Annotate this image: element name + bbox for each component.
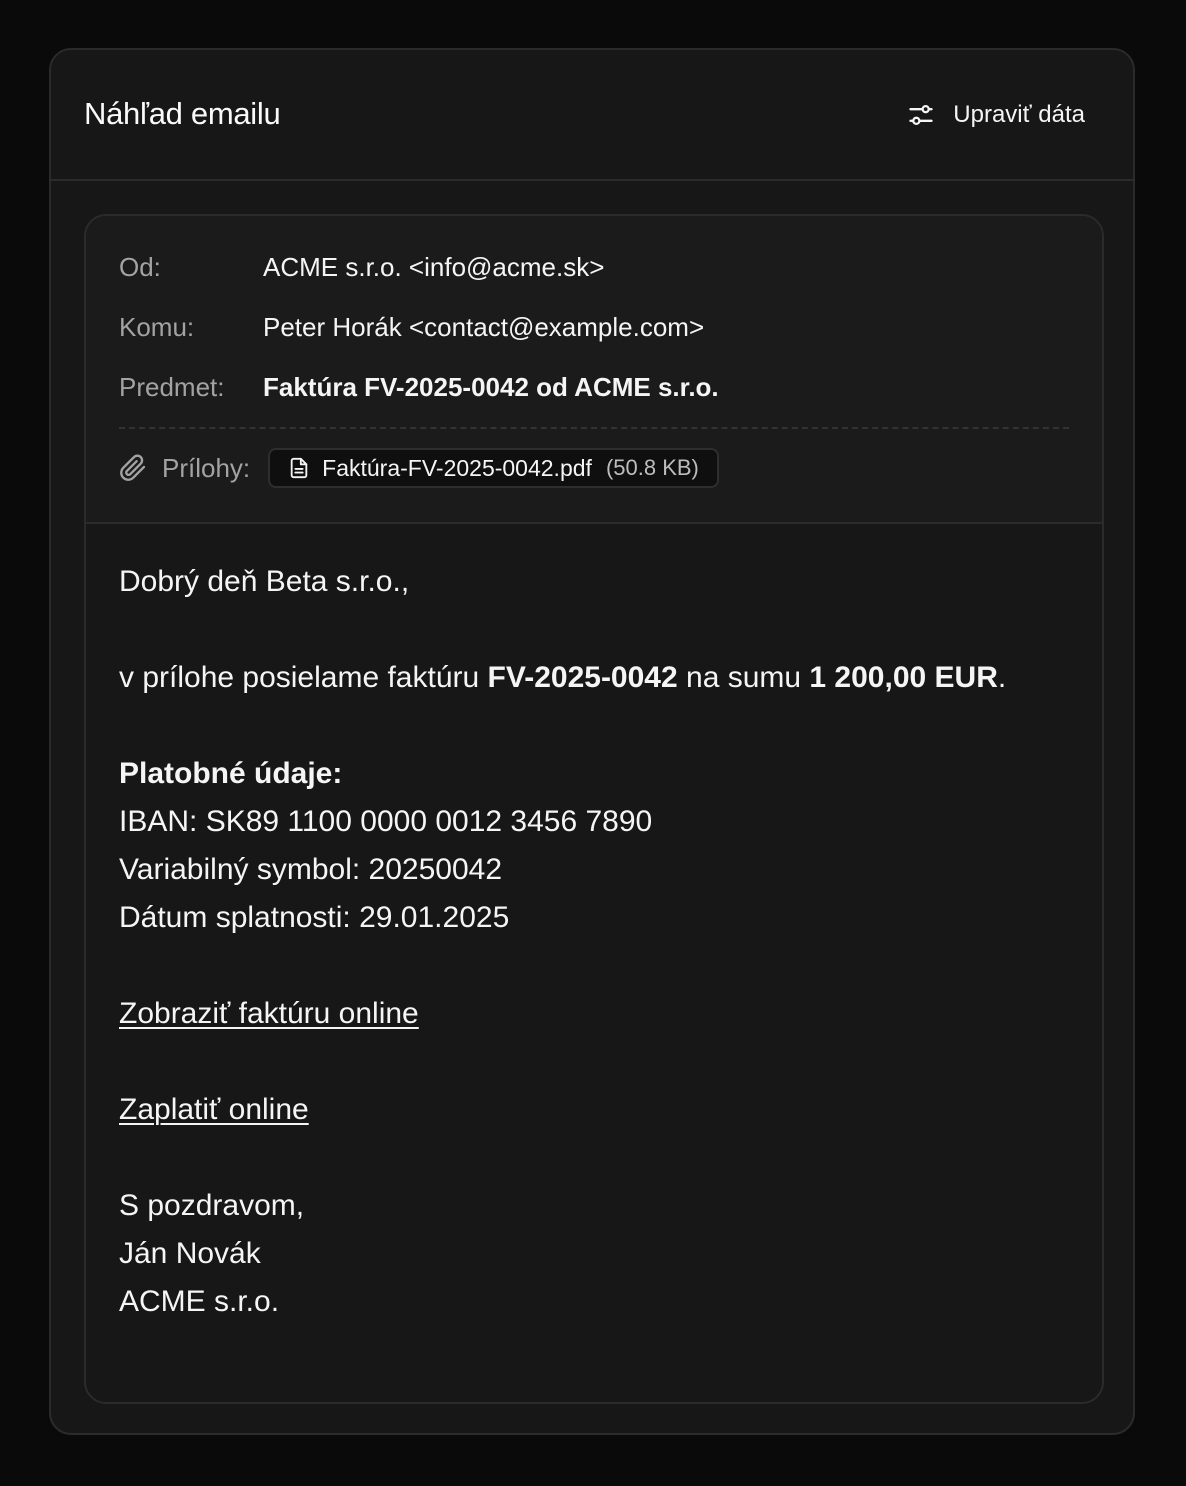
intro-middle: na sumu: [677, 661, 810, 694]
email-meta: Od: ACME s.r.o. <info@acme.sk> Komu: Pet…: [86, 216, 1102, 524]
email-preview-card: Náhľad emailu Upraviť dáta Od: ACME s.r.…: [49, 48, 1135, 1435]
payment-heading: Platobné údaje:: [119, 750, 1069, 798]
from-label: Od:: [119, 252, 161, 282]
subject-value: Faktúra FV-2025-0042 od ACME s.r.o.: [263, 372, 719, 402]
paperclip-icon: [119, 454, 147, 482]
card-header: Náhľad emailu Upraviť dáta: [51, 50, 1133, 181]
attachments-label: Prílohy:: [162, 452, 251, 483]
intro-suffix: .: [997, 661, 1007, 694]
due-date-line: Dátum splatnosti: 29.01.2025: [119, 901, 510, 934]
from-value: ACME s.r.o. <info@acme.sk>: [263, 252, 605, 282]
view-invoice-link[interactable]: Zobraziť faktúru online: [119, 997, 419, 1030]
attachments-row: Prílohy: Faktúra-FV-2025-0042.pdf (50.8 …: [119, 446, 719, 490]
attachment-size: (50.8 KB): [605, 455, 699, 480]
to-label: Komu:: [119, 312, 195, 342]
meta-divider: [119, 427, 1069, 429]
to-row: Komu: Peter Horák <contact@example.com>: [119, 312, 704, 343]
edit-data-button[interactable]: Upraviť dáta: [907, 94, 1085, 136]
variable-symbol-line: Variabilný symbol: 20250042: [119, 853, 503, 886]
invoice-number: FV-2025-0042: [487, 661, 678, 694]
page-title: Náhľad emailu: [84, 96, 281, 131]
pay-online-link[interactable]: Zaplatiť online: [119, 1093, 309, 1126]
from-row: Od: ACME s.r.o. <info@acme.sk>: [119, 252, 604, 283]
email-container: Od: ACME s.r.o. <info@acme.sk> Komu: Pet…: [84, 214, 1104, 1404]
edit-data-label: Upraviť dáta: [953, 101, 1085, 128]
iban-line: IBAN: SK89 1100 0000 0012 3456 7890: [119, 805, 653, 838]
intro-prefix: v prílohe posielame faktúru: [119, 661, 488, 694]
email-body: Dobrý deň Beta s.r.o., v prílohe posiela…: [119, 558, 1069, 1326]
sliders-icon: [907, 101, 935, 129]
sender-name: Ján Novák: [119, 1237, 261, 1270]
payment-heading-text: Platobné údaje:: [119, 757, 343, 790]
invoice-amount: 1 200,00 EUR: [809, 661, 998, 694]
intro-paragraph: v prílohe posielame faktúru FV-2025-0042…: [119, 654, 1069, 702]
file-icon: [288, 457, 310, 479]
closing: S pozdravom,: [119, 1189, 305, 1222]
subject-label: Predmet:: [119, 372, 225, 402]
attachment-chip[interactable]: Faktúra-FV-2025-0042.pdf (50.8 KB): [268, 448, 719, 488]
greeting: Dobrý deň Beta s.r.o.,: [119, 565, 410, 598]
to-value: Peter Horák <contact@example.com>: [263, 312, 705, 342]
subject-row: Predmet: Faktúra FV-2025-0042 od ACME s.…: [119, 372, 719, 403]
attachment-name: Faktúra-FV-2025-0042.pdf: [322, 454, 592, 481]
sender-company: ACME s.r.o.: [119, 1285, 280, 1318]
